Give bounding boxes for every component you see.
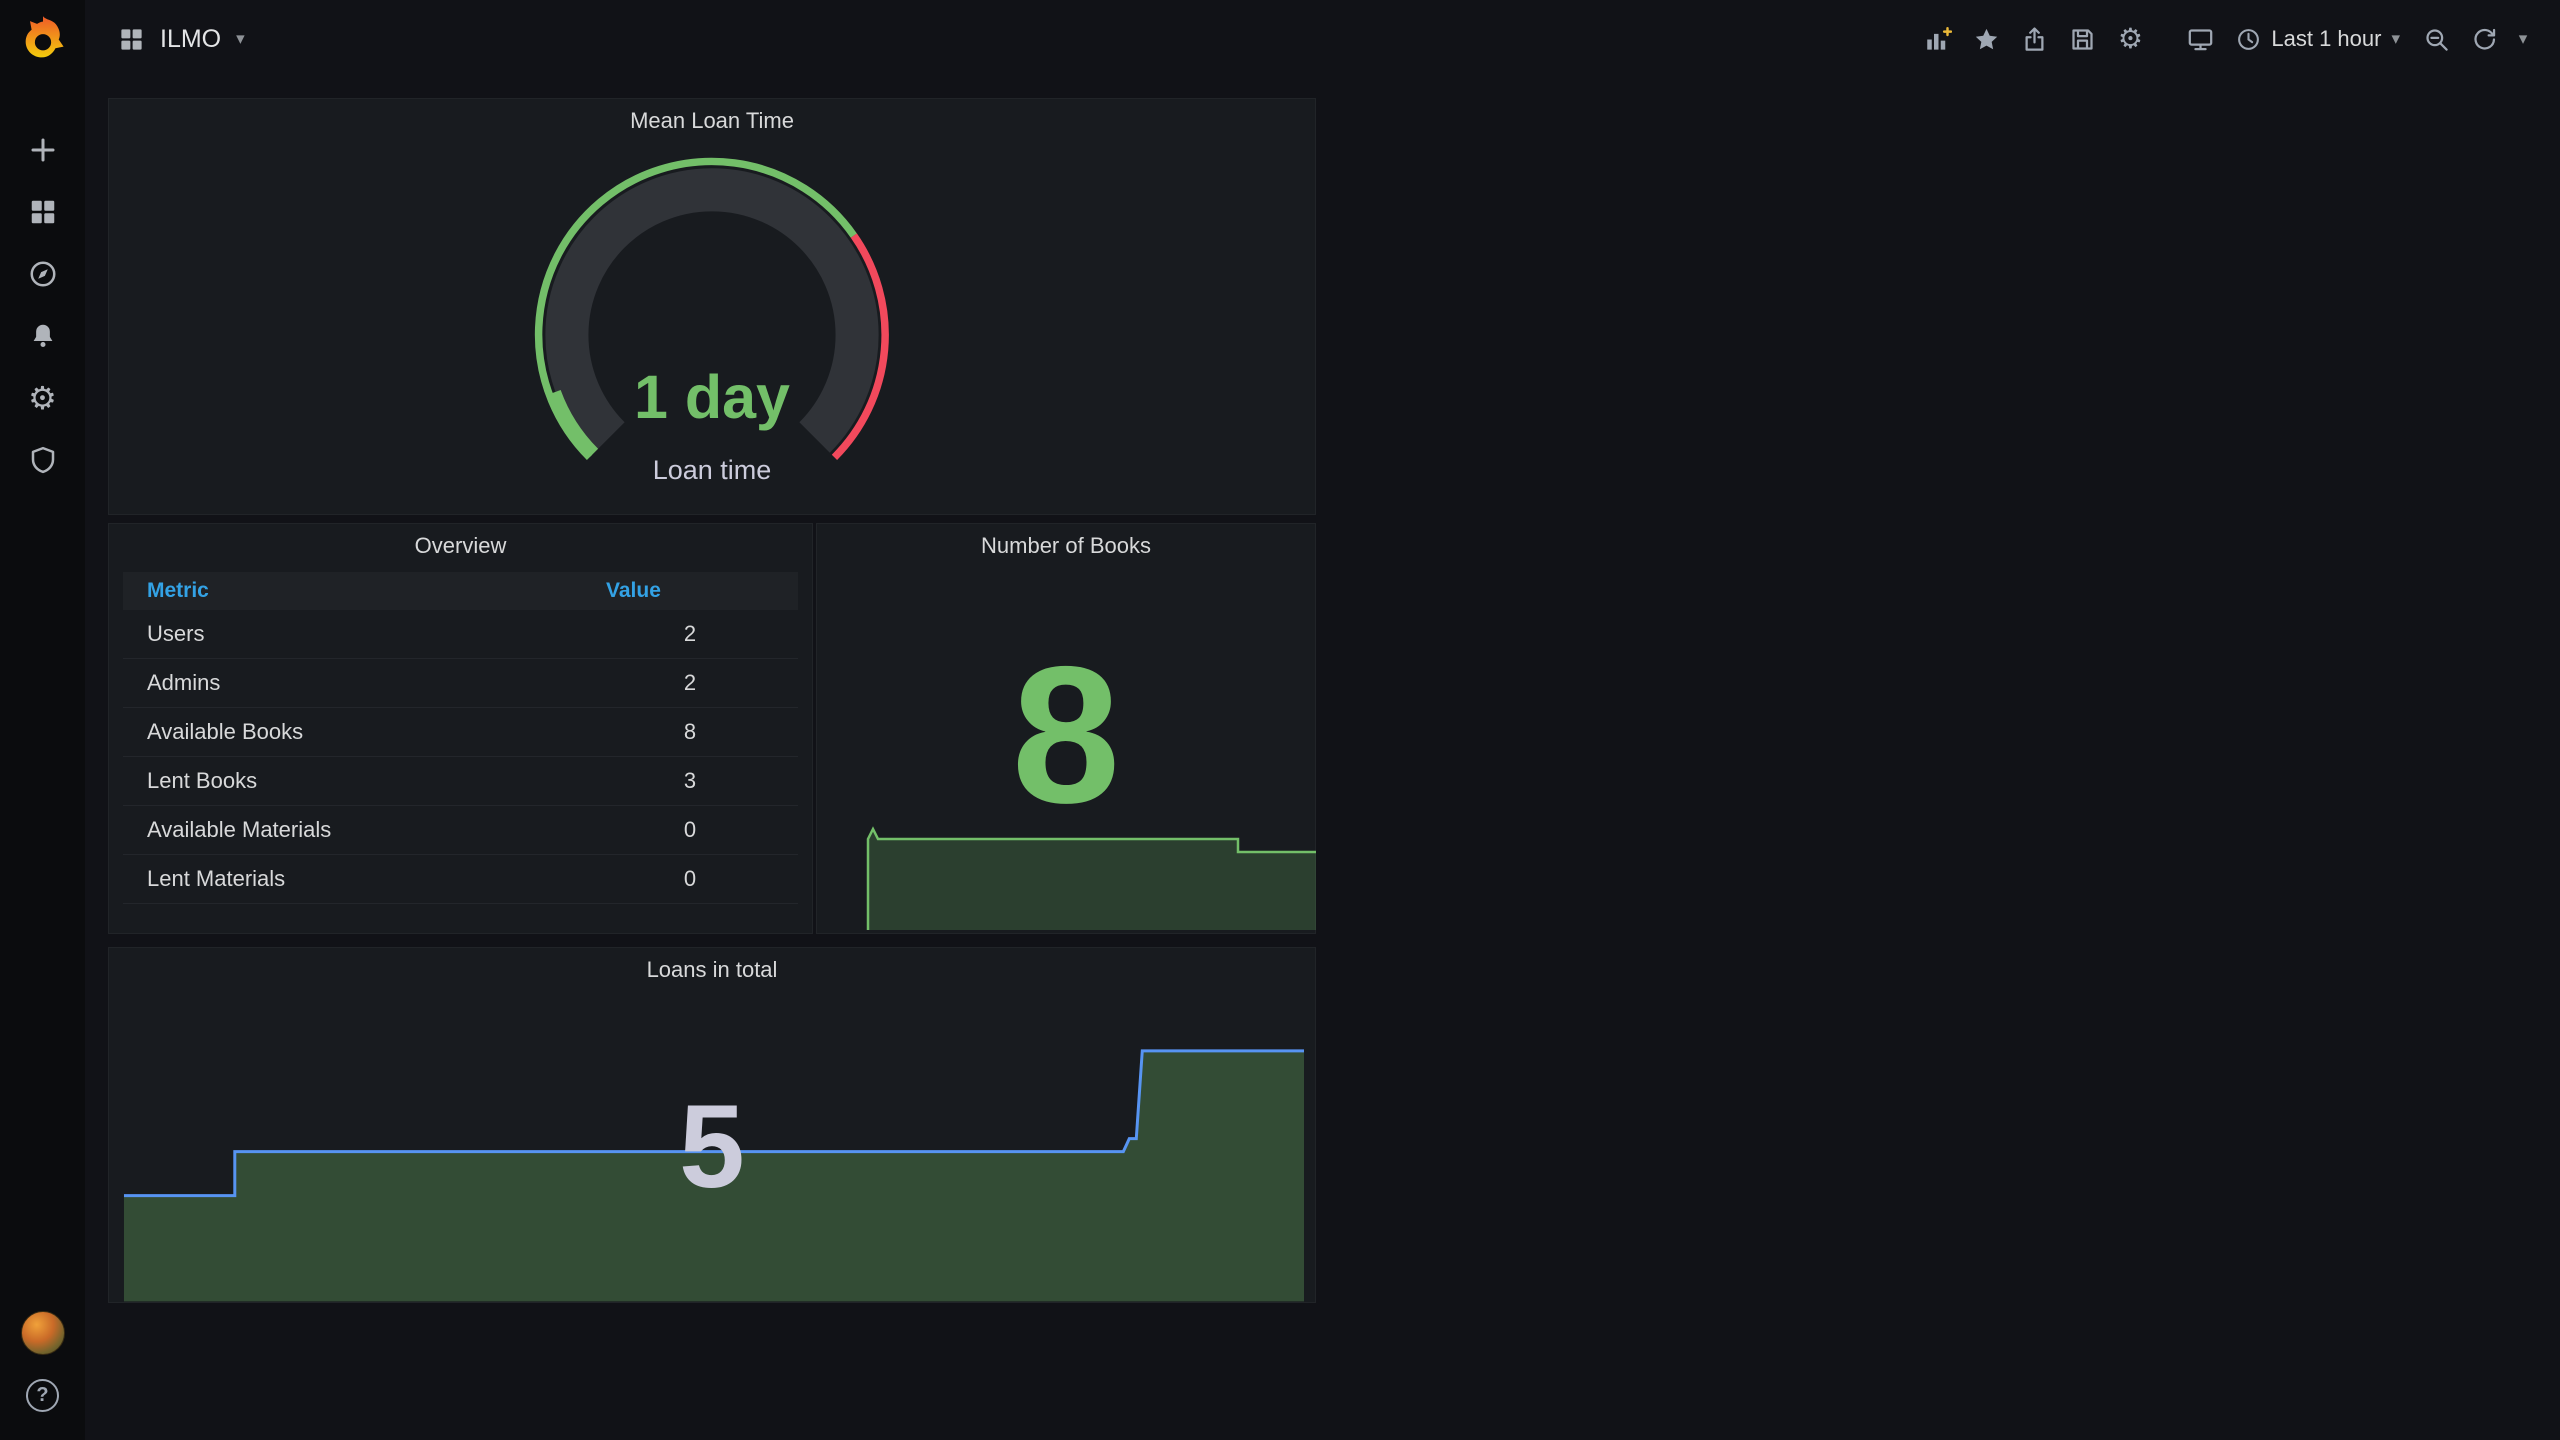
- dashboards-grid-icon[interactable]: [24, 193, 62, 231]
- value-cell: 2: [683, 621, 697, 646]
- books-sparkline-chart: [866, 826, 1316, 930]
- sidebar-bottom: ?: [20, 1311, 65, 1412]
- value-cell: 3: [683, 768, 697, 793]
- gear-glyph: ⚙: [2117, 23, 2143, 54]
- star-favorite-icon[interactable]: [1962, 16, 2010, 62]
- refresh-icon[interactable]: [2460, 16, 2508, 62]
- dashboard-squares-icon: [121, 28, 142, 50]
- table-header-row: Metric Value: [123, 572, 798, 610]
- table-row: Lent Materials 0: [123, 855, 798, 904]
- metric-cell: Users: [147, 621, 205, 646]
- table-row: Users 2: [123, 610, 798, 659]
- panel-mean-loan-time: Mean Loan Time 1 day Loan time: [108, 98, 1316, 515]
- create-plus-icon[interactable]: [24, 131, 62, 169]
- panel-title-number-of-books[interactable]: Number of Books: [817, 524, 1315, 568]
- refresh-interval-caret-icon[interactable]: ▾: [2508, 16, 2538, 62]
- dashboard-settings-gear-icon[interactable]: ⚙: [2106, 16, 2154, 62]
- panel-loans-in-total: Loans in total 5: [108, 947, 1316, 1303]
- time-range-picker[interactable]: Last 1 hour ▾: [2224, 16, 2412, 62]
- dashboard-title: ILMO: [160, 24, 222, 53]
- dashboard-title-group[interactable]: ILMO ▾: [118, 25, 245, 54]
- metric-cell: Admins: [147, 670, 221, 695]
- save-dashboard-icon[interactable]: [2058, 16, 2106, 62]
- server-admin-shield-icon[interactable]: [24, 441, 62, 479]
- sidebar: ⚙ ?: [0, 0, 85, 1440]
- value-cell: 0: [683, 866, 697, 891]
- metric-cell: Lent Books: [147, 768, 258, 793]
- metric-cell: Available Materials: [147, 817, 332, 842]
- title-caret-down-icon: ▾: [236, 29, 245, 48]
- clock-icon: [2238, 28, 2260, 50]
- stat-value-books: 8: [1011, 626, 1121, 844]
- zoom-out-time-icon[interactable]: [2412, 16, 2460, 62]
- user-avatar[interactable]: [20, 1311, 65, 1355]
- caret-down-glyph: ▾: [2518, 29, 2528, 48]
- table-row: Available Books 8: [123, 708, 798, 757]
- panel-title-overview[interactable]: Overview: [109, 524, 812, 568]
- time-range-caret-down-icon: ▾: [2391, 29, 2400, 48]
- panel-overview: Overview Metric Value Users 2 Admins 2 A…: [108, 523, 813, 934]
- metric-cell: Lent Materials: [147, 866, 286, 891]
- help-question-glyph: ?: [36, 1384, 49, 1406]
- explore-compass-icon[interactable]: [24, 255, 62, 293]
- time-range-label: Last 1 hour: [2271, 26, 2382, 51]
- panel-title-mean-loan-time[interactable]: Mean Loan Time: [109, 99, 1315, 143]
- alerting-bell-icon[interactable]: [24, 317, 62, 355]
- add-panel-icon[interactable]: [1914, 16, 1962, 62]
- configuration-gear-icon[interactable]: ⚙: [24, 379, 62, 417]
- table-row: Lent Books 3: [123, 757, 798, 806]
- table-row: Admins 2: [123, 659, 798, 708]
- panel-number-of-books: Number of Books 8: [816, 523, 1316, 934]
- panel-title-loans-in-total[interactable]: Loans in total: [109, 948, 1315, 992]
- gauge-label: Loan time: [652, 455, 772, 485]
- value-cell: 2: [683, 670, 697, 695]
- navbar-actions: ⚙ Last 1 hour ▾ ▾: [1914, 16, 2538, 62]
- value-cell: 8: [683, 719, 697, 744]
- share-dashboard-icon[interactable]: [2010, 16, 2058, 62]
- column-header-metric[interactable]: Metric: [123, 579, 582, 603]
- stat-value-loans: 5: [679, 1081, 745, 1213]
- table-row: Available Materials 0: [123, 806, 798, 855]
- grafana-logo-icon[interactable]: [17, 13, 69, 65]
- sidebar-menu: ⚙: [24, 131, 62, 479]
- value-cell: 0: [683, 817, 697, 842]
- column-header-value[interactable]: Value: [582, 579, 798, 603]
- gear-glyph: ⚙: [28, 380, 57, 416]
- cycle-view-monitor-icon[interactable]: [2176, 16, 2224, 62]
- gauge-value: 1 day: [634, 363, 790, 431]
- top-navbar: ILMO ▾ ⚙ Last 1 hour ▾ ▾: [85, 0, 2560, 78]
- help-icon[interactable]: ?: [26, 1379, 59, 1412]
- overview-table: Metric Value Users 2 Admins 2 Available …: [123, 572, 798, 925]
- metric-cell: Available Books: [147, 719, 304, 744]
